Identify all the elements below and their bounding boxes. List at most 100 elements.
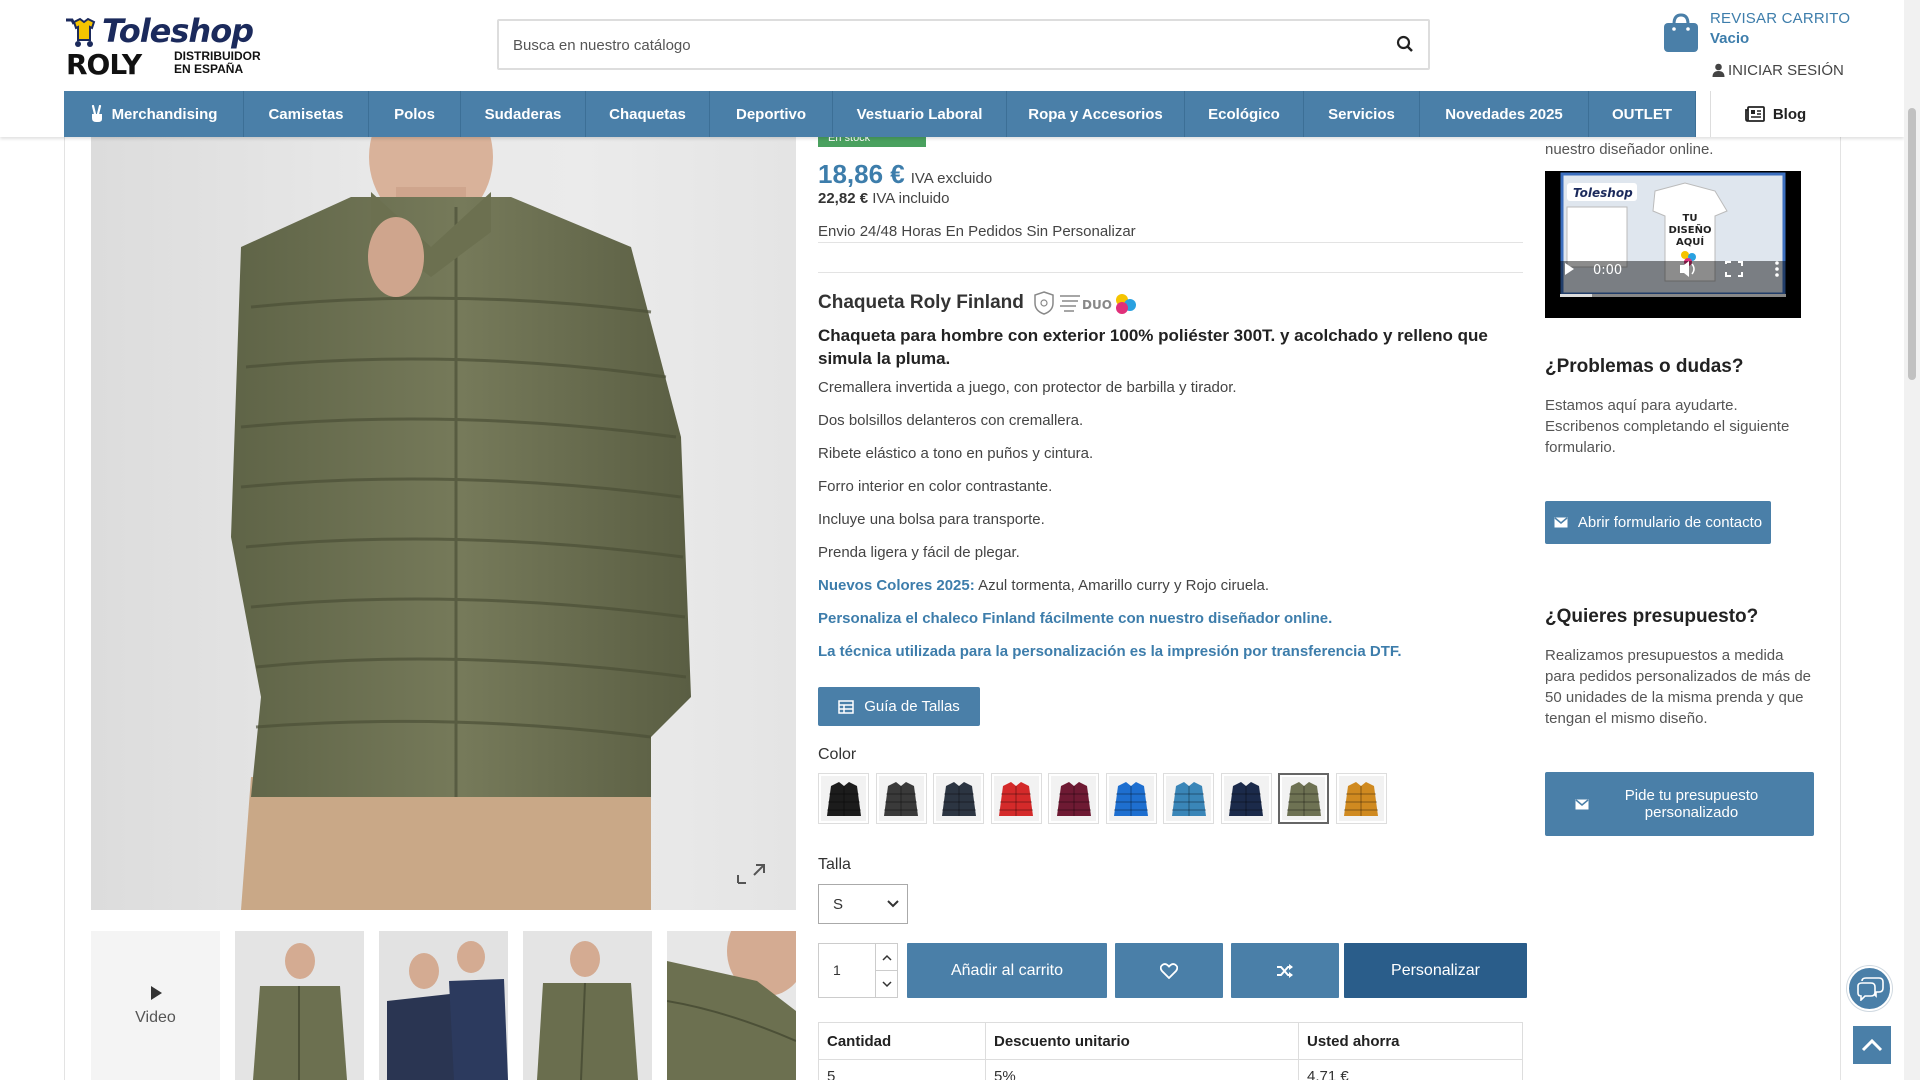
video-thumb-label: Video bbox=[135, 1008, 176, 1026]
chat-bubbles-icon bbox=[1856, 976, 1884, 1001]
feature-item: Prenda ligera y fácil de plegar. bbox=[818, 544, 1020, 561]
search-icon[interactable] bbox=[1396, 35, 1414, 53]
product-title-row: Chaqueta Roly Finland DUO bbox=[818, 290, 1144, 316]
nav-item-camisetas[interactable]: Camisetas bbox=[244, 91, 369, 137]
nav-item-vestuario-laboral[interactable]: Vestuario Laboral bbox=[833, 91, 1007, 137]
table-cell: 5% bbox=[985, 1059, 1299, 1080]
search-input[interactable] bbox=[513, 33, 1363, 57]
wishlist-button[interactable] bbox=[1115, 943, 1223, 998]
compare-button[interactable] bbox=[1231, 943, 1339, 998]
color-swatch[interactable] bbox=[875, 773, 927, 824]
video-thumbnail[interactable]: Video bbox=[91, 931, 220, 1080]
feature-item: Ribete elástico a tono en puños y cintur… bbox=[818, 445, 1094, 462]
nav-item-ropa-accesorios[interactable]: Ropa y Accesorios bbox=[1007, 91, 1185, 137]
user-icon bbox=[1712, 63, 1725, 77]
peace-hand-icon bbox=[91, 105, 102, 122]
price-excl-note: IVA excluido bbox=[910, 170, 993, 187]
container-border-right bbox=[1840, 137, 1841, 1080]
video-thumb-line: AQUÍ bbox=[1676, 235, 1704, 248]
table-cell: 4,71 € bbox=[1298, 1059, 1523, 1080]
color-swatch[interactable] bbox=[1105, 773, 1157, 824]
quantity-stepper[interactable]: 1 bbox=[818, 943, 898, 998]
add-to-cart-button[interactable]: Añadir al carrito bbox=[907, 943, 1107, 998]
quote-button[interactable]: Pide tu presupuesto personalizado bbox=[1545, 772, 1814, 836]
nav-item-outlet[interactable]: OUTLET bbox=[1589, 91, 1696, 137]
divider bbox=[818, 272, 1523, 273]
color-swatch-image bbox=[821, 776, 866, 821]
expand-icon[interactable] bbox=[737, 864, 765, 884]
container-border-left bbox=[64, 137, 65, 1080]
video-time: 0:00 bbox=[1593, 263, 1622, 278]
cart-shirt-logo-icon bbox=[66, 17, 96, 47]
nav-item-chaquetas[interactable]: Chaquetas bbox=[586, 91, 710, 137]
help-text: Estamos aquí para ayudarte. Escribenos c… bbox=[1545, 397, 1790, 456]
quantity-increase[interactable] bbox=[875, 944, 897, 971]
contact-form-button[interactable]: Abrir formulario de contacto bbox=[1545, 501, 1771, 544]
size-label: Talla bbox=[818, 856, 851, 873]
table-header: Cantidad bbox=[818, 1022, 986, 1060]
product-main-image[interactable] bbox=[91, 137, 796, 910]
product-thumb-2[interactable] bbox=[379, 931, 508, 1080]
color-swatch[interactable] bbox=[990, 773, 1042, 824]
nav-item-blog[interactable]: Blog bbox=[1710, 91, 1840, 137]
color-swatch[interactable] bbox=[1335, 773, 1387, 824]
nav-item-novedades-2025[interactable]: Novedades 2025 bbox=[1420, 91, 1589, 137]
nav-item-polos[interactable]: Polos bbox=[369, 91, 461, 137]
customize-link[interactable]: Personaliza el chaleco Finland fácilment… bbox=[818, 610, 1332, 627]
play-icon bbox=[150, 985, 162, 1000]
nav-item-merchandising[interactable]: Merchandising bbox=[64, 91, 244, 137]
nav-item-servicios[interactable]: Servicios bbox=[1304, 91, 1420, 137]
chevron-down-icon bbox=[881, 981, 892, 988]
quantity-value[interactable]: 1 bbox=[833, 962, 841, 978]
login-label: INICIAR SESIÓN bbox=[1728, 61, 1844, 79]
nav-item-deportivo[interactable]: Deportivo bbox=[710, 91, 833, 137]
nav-item-sudaderas[interactable]: Sudaderas bbox=[461, 91, 586, 137]
color-swatch-image bbox=[1166, 776, 1211, 821]
quantity-decrease[interactable] bbox=[875, 971, 897, 998]
quote-text: Realizamos presupuestos a medida para pe… bbox=[1545, 647, 1812, 727]
shield-icon bbox=[1034, 291, 1054, 315]
site-logo[interactable]: Toleshop ROLY DISTRIBUIDOR EN ESPAÑA bbox=[64, 12, 274, 81]
product-thumb-3[interactable] bbox=[523, 931, 652, 1080]
technique-link[interactable]: La técnica utilizada para la personaliza… bbox=[818, 643, 1402, 660]
personalize-button[interactable]: Personalizar bbox=[1344, 943, 1527, 998]
new-colors-label: Nuevos Colores 2025: bbox=[818, 577, 975, 594]
product-thumb-4[interactable] bbox=[667, 931, 796, 1080]
cart-widget[interactable]: REVISAR CARRITO Vacio bbox=[1660, 10, 1920, 58]
color-swatch[interactable] bbox=[1278, 773, 1329, 824]
feature-item: Forro interior en color contrastante. bbox=[818, 478, 1053, 495]
login-link[interactable]: INICIAR SESIÓN bbox=[1712, 60, 1844, 80]
search-box bbox=[497, 19, 1430, 70]
cart-status: Vacio bbox=[1710, 30, 1750, 47]
page-scrollbar[interactable] bbox=[1904, 0, 1920, 1080]
color-swatch[interactable] bbox=[933, 773, 984, 824]
page: Video En stock 18,86 € IVA excluido 22,8… bbox=[0, 0, 1920, 1080]
nav-label: Merchandising bbox=[111, 105, 218, 123]
product-thumb-1[interactable] bbox=[235, 931, 364, 1080]
table-cell: 5 bbox=[818, 1059, 986, 1080]
jacket-model-photo bbox=[231, 137, 765, 910]
size-select[interactable]: S bbox=[818, 884, 908, 924]
nav-item-ecologico[interactable]: Ecológico bbox=[1185, 91, 1304, 137]
color-swatch[interactable] bbox=[1220, 773, 1272, 824]
size-guide-button[interactable]: Guía de Tallas bbox=[818, 687, 980, 726]
site-header: Toleshop ROLY DISTRIBUIDOR EN ESPAÑA REV… bbox=[0, 0, 1904, 137]
quote-button-label: Pide tu presupuesto personalizado bbox=[1624, 787, 1759, 821]
color-swatch[interactable] bbox=[818, 773, 869, 824]
color-dots-icon bbox=[1115, 294, 1136, 314]
wind-icon bbox=[1059, 295, 1080, 312]
color-swatch-image bbox=[1051, 776, 1096, 821]
more-vert-icon bbox=[1775, 261, 1779, 277]
color-swatch[interactable] bbox=[1048, 773, 1099, 824]
newspaper-icon bbox=[1744, 106, 1765, 122]
designer-video[interactable]: Toleshop TU DISEÑO AQUÍ 0:00 bbox=[1545, 171, 1801, 318]
back-to-top-button[interactable] bbox=[1853, 1026, 1891, 1064]
color-swatch[interactable] bbox=[1163, 773, 1214, 824]
chat-button[interactable] bbox=[1847, 966, 1892, 1011]
scrollbar-thumb[interactable] bbox=[1908, 108, 1916, 380]
envelope-icon bbox=[1575, 798, 1589, 809]
price-incl-block: 22,82 € IVA incluido bbox=[818, 190, 950, 207]
product-feature-badges: DUO bbox=[1034, 291, 1136, 315]
chevron-up-icon bbox=[881, 954, 892, 961]
size-value: S bbox=[833, 895, 844, 913]
